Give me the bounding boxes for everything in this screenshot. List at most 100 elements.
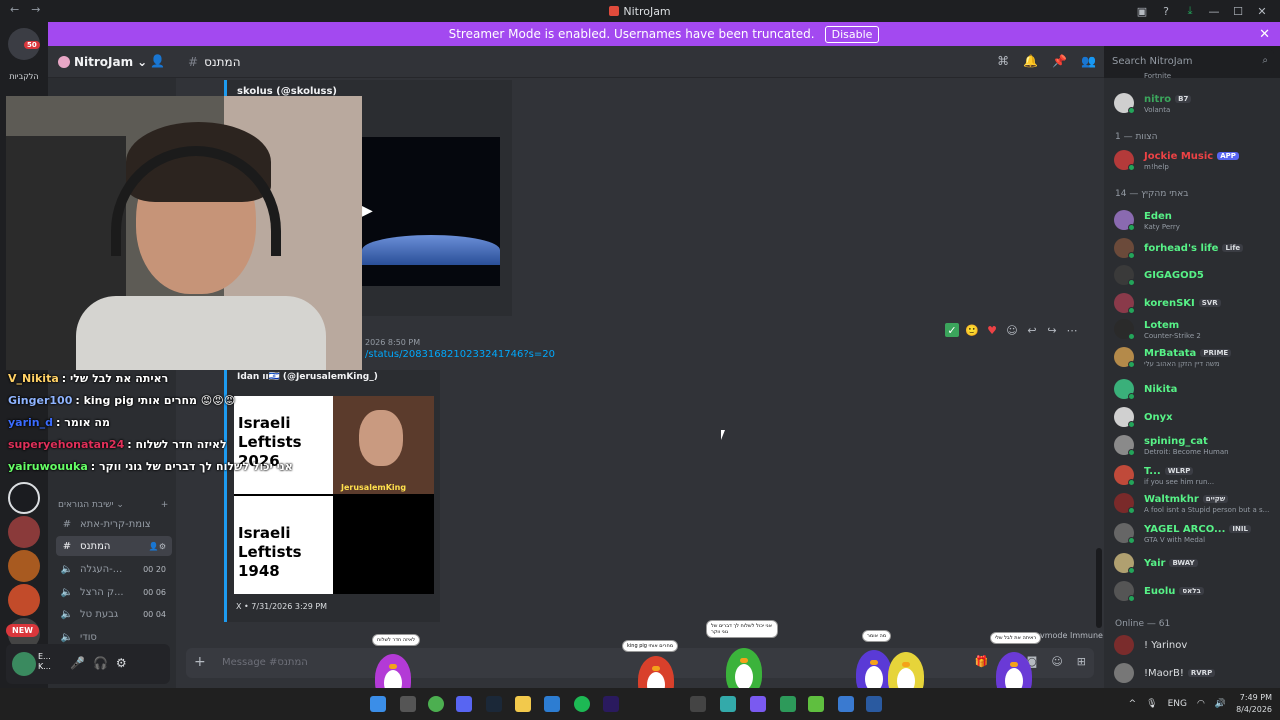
member-item[interactable]: Waltmkhr שקיים A fool isnt a Stupid person… [1114,490,1276,516]
premiere-icon[interactable] [603,696,619,712]
bell-icon[interactable]: 🔔 [1023,54,1038,68]
member-item[interactable]: Jockie Music APP m!help [1114,147,1276,173]
member-tag: BWAY [1169,559,1198,567]
status-dot [1128,507,1135,514]
app-icon[interactable] [808,696,824,712]
voice-channel[interactable]: 🔈 העגלה-... 00 20 [56,559,172,579]
member-item[interactable]: Eden Katy Perry [1114,207,1276,233]
app-icon[interactable] [750,696,766,712]
member-item[interactable]: forhead's life Life [1114,235,1276,261]
app-icon[interactable] [866,696,882,712]
channel-settings-icon[interactable]: 👤⚙ [149,542,166,551]
mic-tray-icon[interactable]: 🎙 [1146,699,1157,709]
member-item[interactable]: Euolu בלאס [1114,578,1276,604]
member-item[interactable]: Onyx [1114,404,1276,430]
chrome-icon[interactable] [428,696,444,712]
members-icon[interactable]: 👥 [1081,54,1096,68]
app-icon[interactable] [720,696,736,712]
member-item[interactable]: spining_cat Detroit: Become Human [1114,432,1276,458]
app-icon[interactable] [838,696,854,712]
new-badge[interactable]: NEW [6,624,39,637]
add-channel-icon[interactable]: + [161,500,169,510]
status-dot [1128,393,1135,400]
channel-item-selected[interactable]: # המתנס 👤⚙ [56,536,172,556]
channel-item[interactable]: # צומת-קרית-אתא [56,514,172,534]
member-item[interactable]: GIGAGOD5 [1114,262,1276,288]
server-icon-2[interactable] [8,550,40,582]
search-input[interactable]: Search NitroJam ⌕ [1104,50,1274,74]
server-icon-1[interactable] [8,516,40,548]
add-reaction-icon[interactable]: ☺ [1005,323,1019,337]
check-reaction-icon[interactable]: ✓ [945,323,959,337]
member-item[interactable]: T... WLRP if you see him run... [1114,462,1276,488]
more-icon[interactable]: ⋯ [1065,323,1079,337]
member-item[interactable]: YAGEL ARCO... INIL GTA V with Medal [1114,520,1276,546]
channel-category[interactable]: ישיבת הגוראים ⌄ + [58,500,168,510]
member-category: באתי מהקיץ — 14 [1115,189,1189,199]
settings-gear-icon[interactable]: ⚙ [116,656,127,670]
app-icon[interactable] [780,696,796,712]
member-item[interactable]: nitro B7 Volanta [1114,90,1276,116]
apps-icon[interactable]: ⊞ [1077,655,1086,668]
embed-footer: X • 7/31/2026 3:29 PM [236,602,328,611]
wifi-icon[interactable]: ◠ [1197,699,1205,709]
disable-button[interactable]: Disable [824,25,880,43]
member-item[interactable]: MrBatata PRIME משה דיין הזקן האהוב עלי [1114,344,1276,370]
folder-icon[interactable] [515,696,531,712]
add-attachment-icon[interactable]: + [194,654,206,670]
tweet-link[interactable]: /status/2083168210233241746?s=20 [365,349,555,360]
guild-name-button[interactable]: NitroJam ⌄ [58,55,147,69]
member-item[interactable]: Fortnite [1114,72,1276,84]
stream-chat-overlay: V_Nikita: ראיתה את לבל שלי Ginger100: ki… [8,372,308,482]
invite-icon[interactable]: 👤 [150,54,165,68]
status-dot [1128,567,1135,574]
start-icon[interactable] [370,696,386,712]
microphone-icon[interactable]: 🎤 [70,656,85,670]
close-banner-icon[interactable]: ✕ [1259,27,1270,42]
member-item[interactable]: korenSKI SVR [1114,290,1276,316]
photos-icon[interactable] [544,696,560,712]
volume-icon[interactable]: 🔊 [1215,699,1226,709]
threads-icon[interactable]: ⌘ [997,54,1009,68]
avatar[interactable] [12,652,36,676]
emoji-reaction-icon[interactable]: 🙂 [965,323,979,337]
maximize-button[interactable]: ☐ [1226,2,1250,20]
inbox-icon[interactable]: ▣ [1130,2,1154,20]
clock[interactable]: 7:49 PM 8/4/2026 [1236,692,1272,716]
minimize-button[interactable]: — [1202,2,1226,20]
chat-line: yarin_d: מה אומר [8,416,110,429]
play-icon[interactable]: ▶ [362,203,373,219]
chevron-up-icon[interactable]: ^ [1129,699,1137,709]
video-thumbnail[interactable]: ▶ [362,137,500,286]
emoji-icon[interactable]: ☺ [1051,655,1062,668]
heart-reaction-icon[interactable]: ♥ [985,323,999,337]
member-item[interactable]: Yair BWAY [1114,550,1276,576]
lang-indicator[interactable]: ENG [1168,699,1187,709]
hash-icon: # [62,540,72,552]
member-item[interactable]: !MaorB! RVRP [1114,660,1276,686]
close-window-button[interactable]: ✕ [1250,2,1274,20]
member-item[interactable]: Lotem Counter-Strike 2 [1114,316,1276,342]
forward-icon[interactable]: ↪ [1045,323,1059,337]
member-item[interactable]: Nikita [1114,376,1276,402]
server-label[interactable]: הלקביות [4,72,44,81]
voice-channel[interactable]: 🔈 ק הרצל... 00 06 [56,582,172,602]
member-item[interactable]: ! Yarinov [1114,632,1276,658]
app-s-icon[interactable] [690,696,706,712]
gift-icon[interactable]: 🎁 [975,655,989,668]
voice-channel[interactable]: 🔈 גבעת טל 00 04 [56,604,172,624]
server-icon-overwatch[interactable] [8,482,40,514]
download-icon[interactable]: ⤓ [1178,2,1202,20]
help-icon[interactable]: ? [1154,2,1178,20]
server-icon-3[interactable] [8,584,40,616]
member-tag: WLRP [1164,467,1194,475]
search-taskbar-icon[interactable] [400,696,416,712]
pin-icon[interactable]: 📌 [1052,54,1067,68]
headphones-icon[interactable]: 🎧 [93,656,108,670]
scrollbar[interactable] [1096,548,1102,628]
discord-icon[interactable] [456,696,472,712]
spotify-icon[interactable] [574,696,590,712]
reply-icon[interactable]: ↩ [1025,323,1039,337]
message-input[interactable]: Message #המתנס [222,657,308,668]
steam-icon[interactable] [486,696,502,712]
